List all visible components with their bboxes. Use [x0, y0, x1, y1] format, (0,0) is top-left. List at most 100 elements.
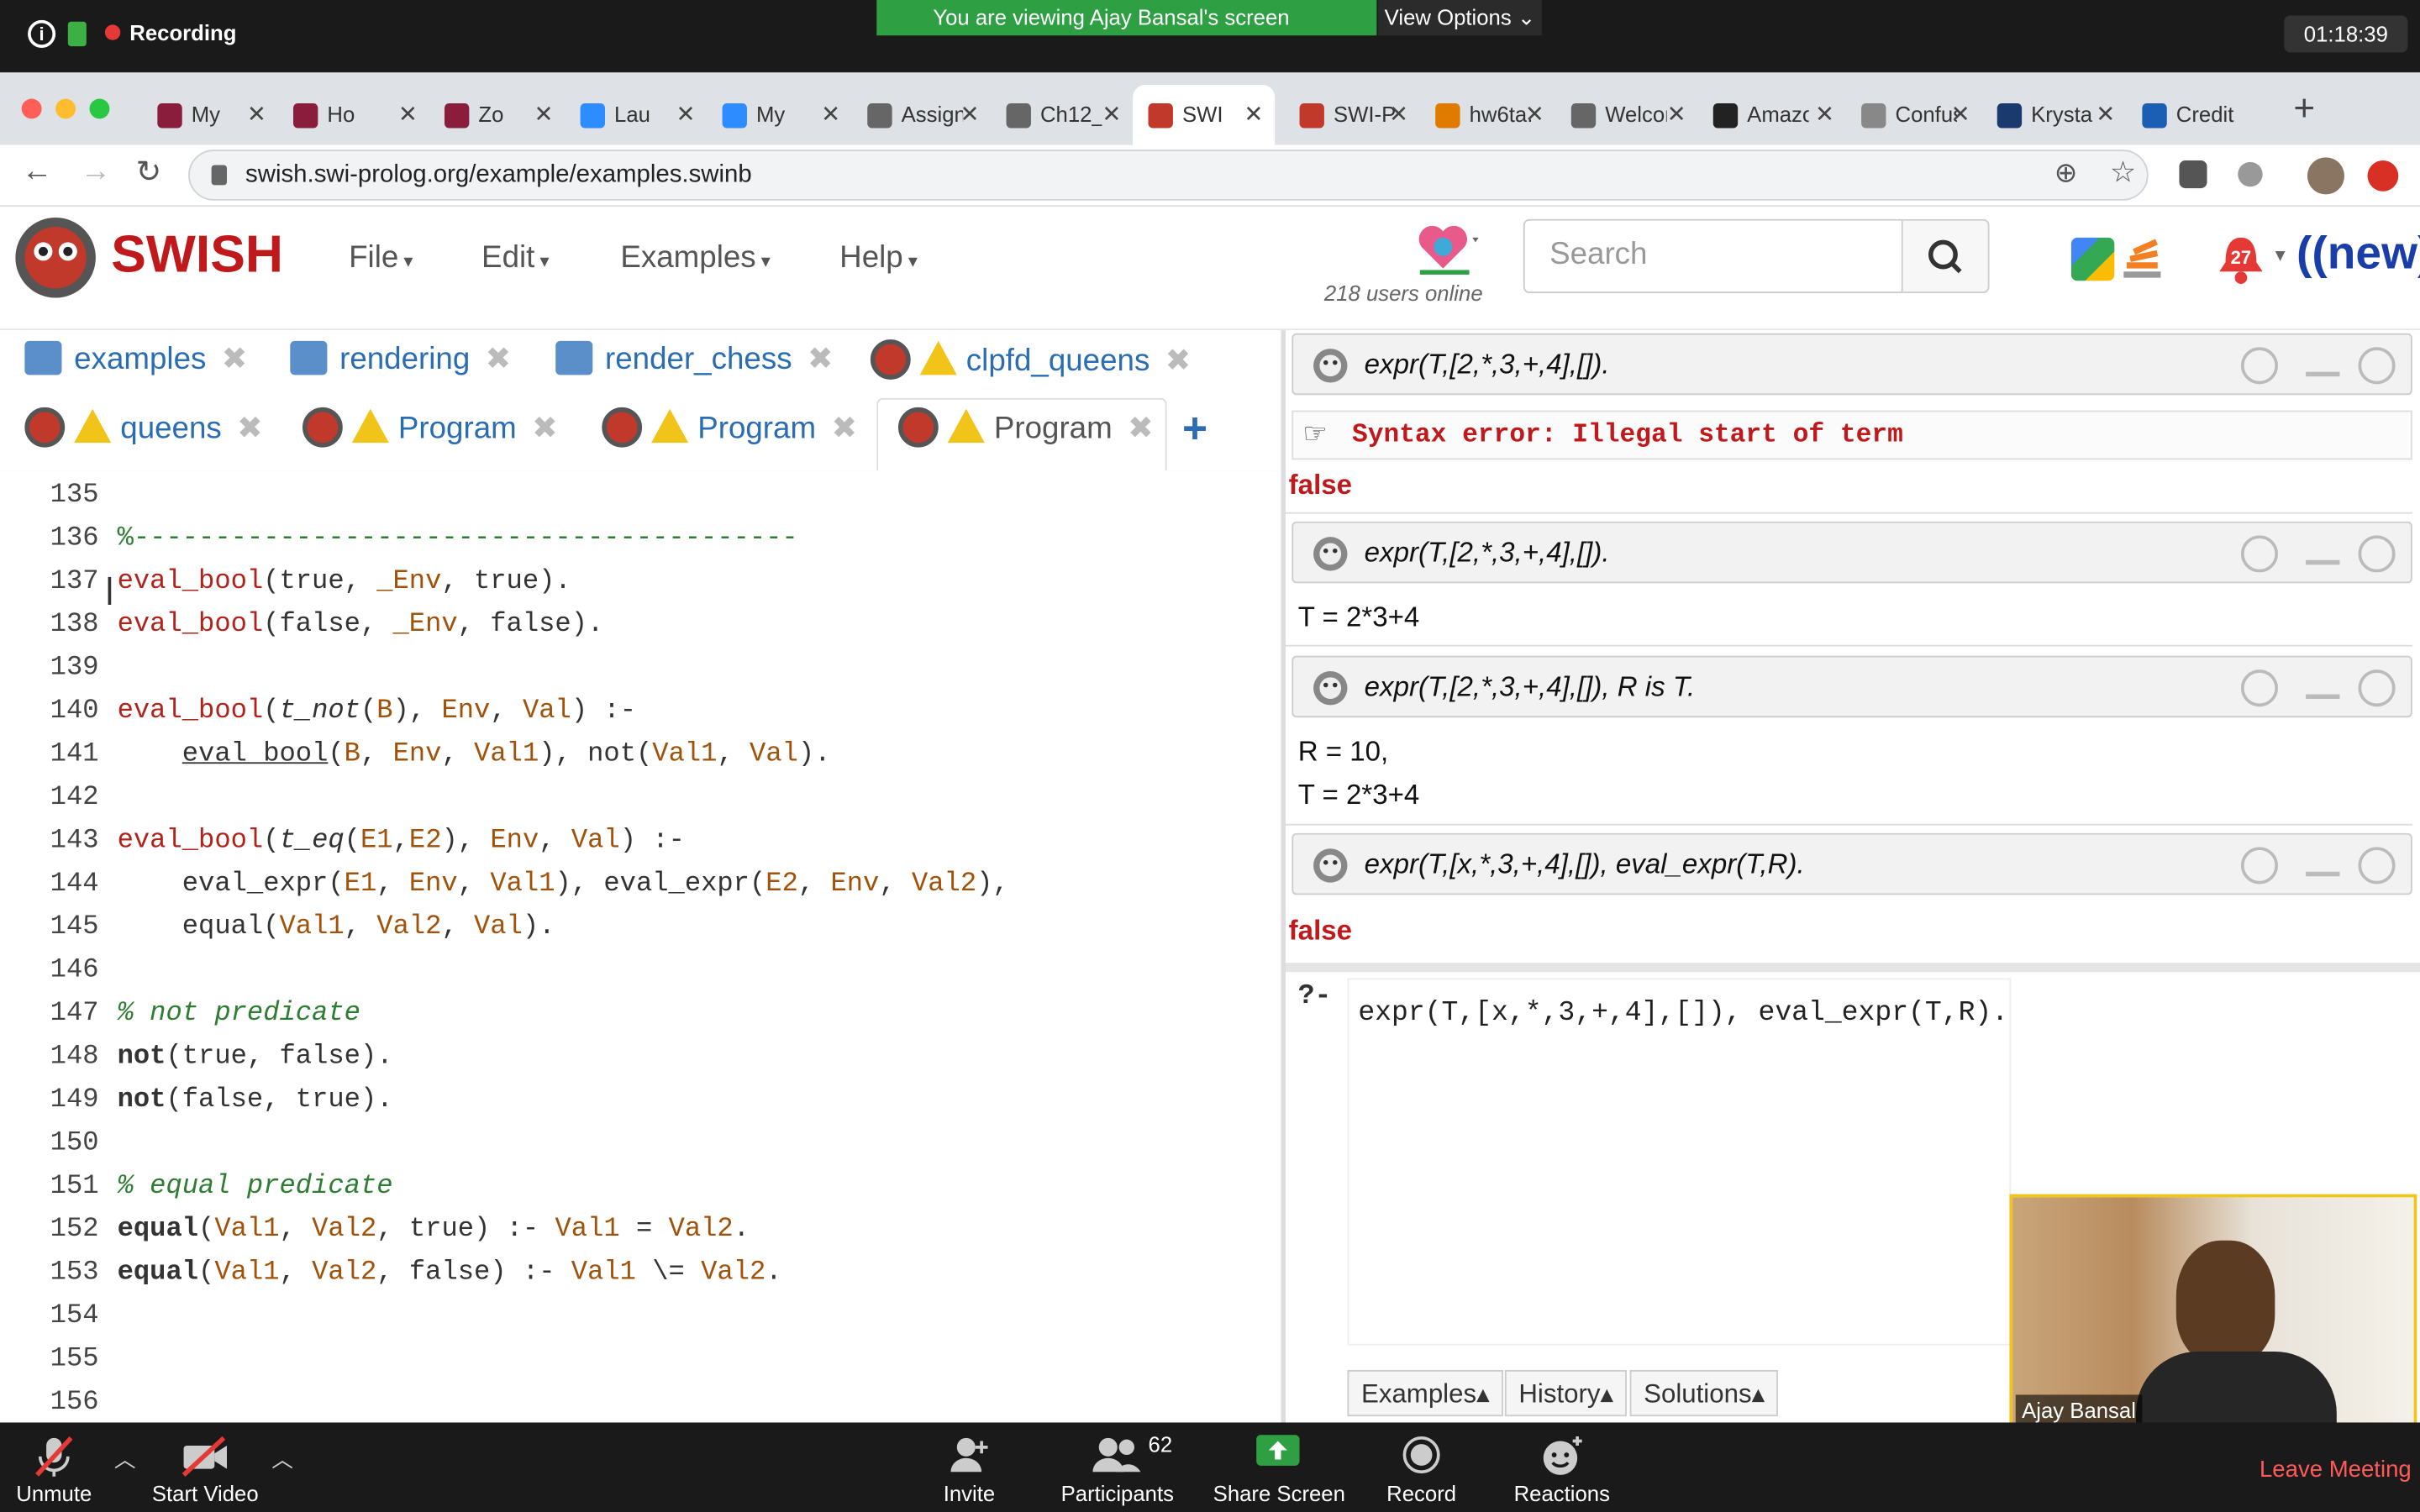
menu-examples[interactable]: Examples ▾: [620, 241, 770, 276]
reactions-button[interactable]: Reactions: [1509, 1422, 1614, 1512]
update-icon[interactable]: [2367, 160, 2399, 192]
menu-file[interactable]: File ▾: [349, 241, 413, 276]
profile-avatar[interactable]: [2307, 157, 2345, 195]
tab-close-icon[interactable]: ✕: [1525, 100, 1544, 128]
close-icon[interactable]: ✖: [808, 343, 834, 376]
browser-tab[interactable]: Credit: [2127, 85, 2269, 145]
menu-help[interactable]: Help ▾: [839, 241, 918, 276]
file-tab-program-3-active[interactable]: Program ✖: [897, 407, 1154, 469]
minimize-icon[interactable]: [2306, 871, 2340, 877]
browser-tab[interactable]: Krystal ✕: [1981, 85, 2127, 145]
close-icon[interactable]: ✖: [1128, 412, 1154, 445]
code-editor[interactable]: 135 136 %---------------------------------…: [0, 470, 1278, 1423]
browser-tab[interactable]: My ✕: [707, 85, 852, 145]
address-bar[interactable]: swish.swi-prolog.org/example/examples.sw…: [188, 150, 2149, 201]
close-icon[interactable]: ✖: [222, 343, 248, 376]
new-badge[interactable]: ((new): [2296, 228, 2420, 281]
close-icon[interactable]: [2358, 535, 2396, 573]
tab-close-icon[interactable]: ✕: [676, 100, 695, 128]
invite-button[interactable]: Invite: [926, 1422, 1013, 1512]
solutions-button[interactable]: Solutions▴: [1629, 1370, 1779, 1417]
file-tab-rendering[interactable]: rendering ✖: [290, 339, 511, 401]
tab-close-icon[interactable]: ✕: [534, 100, 554, 128]
tab-close-icon[interactable]: ✕: [1389, 100, 1408, 128]
tab-close-icon[interactable]: ✕: [960, 100, 979, 128]
search-input[interactable]: Search: [1523, 218, 1903, 293]
close-icon[interactable]: ✖: [1165, 344, 1192, 378]
close-icon[interactable]: ✖: [532, 412, 558, 445]
tab-close-icon[interactable]: ✕: [1815, 100, 1834, 128]
info-icon[interactable]: i: [28, 19, 56, 48]
tab-close-icon[interactable]: ✕: [247, 100, 266, 128]
participant-video[interactable]: Ajay Bansal: [2009, 1194, 2417, 1426]
start-video-button[interactable]: Start Video: [148, 1422, 262, 1512]
minimize-icon[interactable]: [2306, 694, 2340, 700]
query-input[interactable]: expr(T,[x,*,3,+,4],[]), eval_expr(T,R).: [1347, 978, 2012, 1346]
close-icon[interactable]: [2358, 847, 2396, 885]
menu-edit[interactable]: Edit ▾: [481, 241, 550, 276]
download-icon[interactable]: [2240, 669, 2279, 707]
history-button[interactable]: History▴: [1504, 1370, 1628, 1417]
search-button[interactable]: [1902, 218, 1990, 293]
query-header-4[interactable]: expr(T,[x,*,3,+,4],[]), eval_expr(T,R).: [1292, 832, 2412, 895]
query-header-1[interactable]: expr(T,[2,*,3,+,4],[]).: [1292, 333, 2412, 396]
back-icon[interactable]: ←: [22, 155, 53, 190]
share-screen-button[interactable]: Share Screen: [1213, 1422, 1345, 1512]
browser-tab[interactable]: Amazo ✕: [1697, 85, 1845, 145]
new-tab-icon[interactable]: +: [2293, 88, 2315, 131]
close-icon[interactable]: ✖: [831, 412, 857, 445]
forward-icon[interactable]: →: [81, 155, 112, 190]
extension-icon-2[interactable]: [2238, 161, 2263, 187]
close-icon[interactable]: ✖: [486, 343, 512, 376]
file-tab-program-1[interactable]: Program ✖: [302, 407, 558, 469]
stackoverflow-icon[interactable]: [2118, 234, 2170, 284]
view-options-button[interactable]: View Options ⌄: [1378, 0, 1542, 36]
browser-tab[interactable]: Assign ✕: [852, 85, 991, 145]
browser-tab[interactable]: hw6ta.p✕: [1420, 85, 1556, 145]
swish-logo-text[interactable]: SWISH: [111, 225, 283, 286]
notification-chevron-icon[interactable]: ▼: [2272, 247, 2289, 265]
minimize-icon[interactable]: [2306, 371, 2340, 377]
minimize-window-dot[interactable]: [55, 98, 76, 119]
file-tab-render-chess[interactable]: render_chess ✖: [555, 339, 834, 401]
reload-icon[interactable]: ↻: [136, 153, 162, 192]
file-tab-clpfd-queens[interactable]: clpfd_queens ✖: [870, 339, 1192, 401]
query-header-2[interactable]: expr(T,[2,*,3,+,4],[]).: [1292, 521, 2412, 584]
file-tab-examples[interactable]: examples ✖: [24, 339, 248, 401]
browser-tab[interactable]: SWI-Pr✕: [1284, 85, 1420, 145]
star-icon[interactable]: ☆: [2110, 156, 2136, 192]
tab-close-icon[interactable]: ✕: [1102, 100, 1121, 128]
download-icon[interactable]: [2240, 535, 2279, 573]
zoom-icon[interactable]: ⊕: [2054, 157, 2078, 190]
download-icon[interactable]: [2240, 847, 2279, 885]
browser-tab[interactable]: Welcor ✕: [1555, 85, 1697, 145]
close-icon[interactable]: ✖: [237, 412, 263, 445]
minimize-icon[interactable]: [2306, 559, 2340, 565]
unmute-button[interactable]: Unmute: [0, 1422, 108, 1512]
maximize-window-dot[interactable]: [89, 98, 110, 119]
pane-splitter[interactable]: [1286, 963, 2420, 973]
browser-tab[interactable]: Ho ✕: [278, 85, 429, 145]
tab-close-icon[interactable]: ✕: [821, 100, 840, 128]
audio-options-chevron-icon[interactable]: ︿: [114, 1444, 136, 1475]
leave-meeting-button[interactable]: Leave Meeting: [2260, 1457, 2412, 1483]
google-icon[interactable]: [2070, 237, 2115, 281]
file-tab-program-2[interactable]: Program ✖: [602, 407, 857, 469]
browser-tab[interactable]: Zo ✕: [429, 85, 566, 145]
tab-close-icon[interactable]: ✕: [1951, 100, 1970, 128]
tab-close-icon[interactable]: ✕: [1667, 100, 1686, 128]
swish-owl-logo-icon[interactable]: [9, 213, 102, 302]
video-options-chevron-icon[interactable]: ︿: [271, 1444, 293, 1475]
close-icon[interactable]: [2358, 347, 2396, 385]
tab-close-icon[interactable]: ✕: [1244, 100, 1263, 128]
tab-close-icon[interactable]: ✕: [398, 100, 418, 128]
query-header-3[interactable]: expr(T,[2,*,3,+,4],[]), R is T.: [1292, 655, 2412, 718]
browser-tab[interactable]: SWI ✕: [1133, 85, 1276, 145]
file-tab-queens[interactable]: queens ✖: [24, 407, 263, 469]
browser-tab[interactable]: Lau ✕: [565, 85, 707, 145]
record-button[interactable]: Record: [1380, 1422, 1463, 1512]
tab-close-icon[interactable]: ✕: [2096, 100, 2115, 128]
users-online-icon[interactable]: [1417, 219, 1479, 275]
add-tab-icon[interactable]: +: [1182, 404, 1207, 454]
close-icon[interactable]: [2358, 669, 2396, 707]
